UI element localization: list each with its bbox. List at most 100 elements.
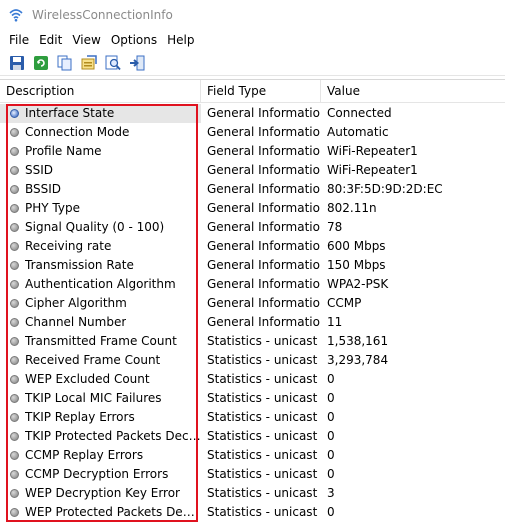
find-button[interactable] <box>104 54 122 72</box>
cell-field-type: Statistics - unicast ... <box>207 372 321 386</box>
column-header-description[interactable]: Description <box>0 80 201 103</box>
refresh-button[interactable] <box>32 54 50 72</box>
table-row[interactable]: Connection Mode General Information Automa… <box>0 123 505 142</box>
cell-value: 0 <box>327 448 335 462</box>
cell-value: 0 <box>327 391 335 405</box>
table-row[interactable]: CCMP Decryption Errors Statistics - unica… <box>0 465 505 484</box>
menu-help[interactable]: Help <box>162 33 199 47</box>
table-row[interactable]: Transmission Rate General Information 150 … <box>0 256 505 275</box>
description-text: WEP Protected Packets Decrypt... <box>25 505 201 519</box>
bullet-icon <box>10 147 19 156</box>
description-text: TKIP Protected Packets Decrypt... <box>25 429 201 443</box>
bullet-icon <box>10 166 19 175</box>
table-row[interactable]: SSID General Information WiFi-Repeater1 <box>0 161 505 180</box>
table-row[interactable]: Channel Number General Information 11 <box>0 313 505 332</box>
description-text: Interface State <box>25 106 115 120</box>
description-text: BSSID <box>25 182 62 196</box>
menu-edit[interactable]: Edit <box>34 33 67 47</box>
table-row[interactable]: BSSID General Information 80:3F:5D:9D:2D:E… <box>0 180 505 199</box>
cell-description: Received Frame Count <box>0 351 201 370</box>
table-row[interactable]: Transmitted Frame Count Statistics - unic… <box>0 332 505 351</box>
bullet-icon <box>10 356 19 365</box>
cell-field-type: General Information <box>207 182 321 196</box>
cell-field-type: Statistics - unicast ... <box>207 353 321 367</box>
table-row[interactable]: Interface State General Information Connec… <box>0 104 505 123</box>
table-row[interactable]: TKIP Local MIC Failures Statistics - unic… <box>0 389 505 408</box>
title-bar: WirelessConnectionInfo <box>0 0 505 30</box>
menu-view[interactable]: View <box>67 33 105 47</box>
table-row[interactable]: WEP Decryption Key Error Statistics - uni… <box>0 484 505 503</box>
copy-icon <box>57 55 72 71</box>
table-row[interactable]: WEP Excluded Count Statistics - unicast .… <box>0 370 505 389</box>
cell-field-type: Statistics - unicast ... <box>207 505 321 519</box>
cell-field-type: General Information <box>207 201 321 215</box>
description-text: SSID <box>25 163 54 177</box>
cell-description: Signal Quality (0 - 100) <box>0 218 201 237</box>
cell-description: Authentication Algorithm <box>0 275 201 294</box>
bullet-icon <box>10 451 19 460</box>
info-list-view[interactable]: Description Field Type Value Interface S… <box>0 79 505 523</box>
cell-value: Connected <box>327 106 392 120</box>
description-text: Channel Number <box>25 315 127 329</box>
cell-description: TKIP Replay Errors <box>0 408 201 427</box>
bullet-icon <box>10 223 19 232</box>
table-row[interactable]: Profile Name General Information WiFi-Repe… <box>0 142 505 161</box>
bullet-icon <box>10 128 19 137</box>
cell-description: Cipher Algorithm <box>0 294 201 313</box>
table-row[interactable]: WEP Protected Packets Decrypt... Statisti… <box>0 503 505 522</box>
description-text: Receiving rate <box>25 239 112 253</box>
table-row[interactable]: CCMP Replay Errors Statistics - unicast .… <box>0 446 505 465</box>
wireless-app-icon <box>9 9 23 22</box>
bullet-icon <box>10 242 19 251</box>
bullet-icon <box>10 318 19 327</box>
table-row[interactable]: Cipher Algorithm General Information CCMP <box>0 294 505 313</box>
cell-value: 802.11n <box>327 201 377 215</box>
table-row[interactable]: Signal Quality (0 - 100) General Informat… <box>0 218 505 237</box>
cell-description: WEP Protected Packets Decrypt... <box>0 503 201 522</box>
cell-description: Profile Name <box>0 142 201 161</box>
column-header-value[interactable]: Value <box>321 80 505 103</box>
cell-field-type: General Information <box>207 106 321 120</box>
description-text: Transmitted Frame Count <box>25 334 177 348</box>
column-header-field-type[interactable]: Field Type <box>201 80 321 103</box>
table-row[interactable]: Received Frame Count Statistics - unicast… <box>0 351 505 370</box>
cell-value: 0 <box>327 410 335 424</box>
cell-field-type: General Information <box>207 239 321 253</box>
cell-value: 150 Mbps <box>327 258 386 272</box>
table-row[interactable]: TKIP Replay Errors Statistics - unicast .… <box>0 408 505 427</box>
window-title: WirelessConnectionInfo <box>32 8 173 22</box>
exit-icon <box>130 55 145 71</box>
table-row[interactable]: Authentication Algorithm General Informat… <box>0 275 505 294</box>
description-text: Transmission Rate <box>25 258 134 272</box>
cell-value: 3,293,784 <box>327 353 389 367</box>
cell-field-type: General Information <box>207 144 321 158</box>
cell-value: WPA2-PSK <box>327 277 389 291</box>
bullet-icon <box>10 413 19 422</box>
bullet-icon <box>10 299 19 308</box>
menu-bar: File Edit View Options Help <box>0 30 505 50</box>
table-row[interactable]: PHY Type General Information 802.11n <box>0 199 505 218</box>
save-icon <box>10 56 24 70</box>
bullet-icon <box>10 394 19 403</box>
cell-field-type: General Information <box>207 296 321 310</box>
table-row[interactable]: TKIP Protected Packets Decrypt... Statist… <box>0 427 505 446</box>
bullet-icon <box>10 337 19 346</box>
copy-button[interactable] <box>56 54 74 72</box>
cell-field-type: Statistics - unicast ... <box>207 486 321 500</box>
cell-field-type: Statistics - unicast ... <box>207 334 321 348</box>
cell-value: WiFi-Repeater1 <box>327 144 418 158</box>
cell-field-type: Statistics - unicast ... <box>207 429 321 443</box>
menu-options[interactable]: Options <box>106 33 162 47</box>
description-text: TKIP Replay Errors <box>25 410 135 424</box>
bullet-icon <box>10 375 19 384</box>
table-row[interactable]: Receiving rate General Information 600 Mbp… <box>0 237 505 256</box>
properties-button[interactable] <box>80 54 98 72</box>
cell-description: TKIP Local MIC Failures <box>0 389 201 408</box>
menu-file[interactable]: File <box>4 33 34 47</box>
save-button[interactable] <box>8 54 26 72</box>
cell-description: Channel Number <box>0 313 201 332</box>
exit-button[interactable] <box>128 54 146 72</box>
cell-description: Receiving rate <box>0 237 201 256</box>
cell-value: WiFi-Repeater1 <box>327 163 418 177</box>
cell-field-type: Statistics - unicast ... <box>207 448 321 462</box>
